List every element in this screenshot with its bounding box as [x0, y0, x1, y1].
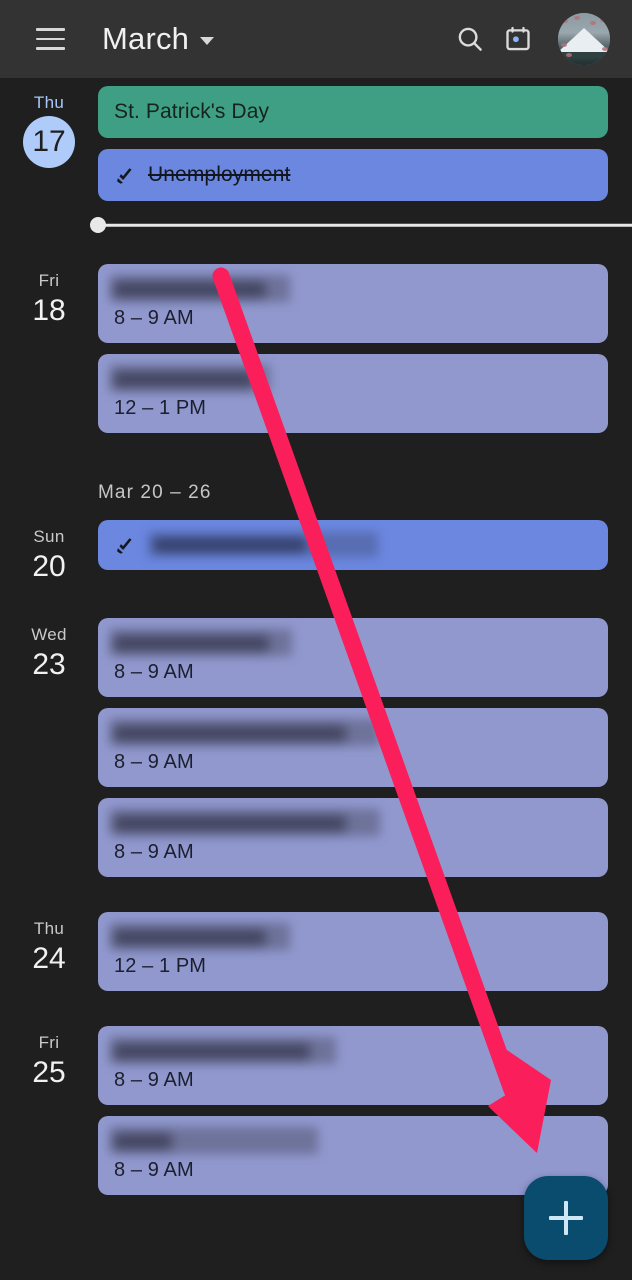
day-of-week-label: Thu	[33, 93, 65, 112]
day-section-wed-23: Wed 23 8 – 9 AM 8 – 9 AM 8 – 9 AM	[0, 586, 632, 888]
day-events-thu-17: St. Patrick's Day Unemployment	[98, 86, 632, 212]
day-header-sun-20[interactable]: Sun 20	[0, 520, 98, 586]
event-title-redacted	[114, 363, 592, 393]
week-range-header: Mar 20 – 26	[98, 482, 212, 503]
day-number-label: 25	[32, 1056, 66, 1089]
event-title-redacted	[114, 1125, 592, 1155]
hamburger-menu-icon[interactable]	[28, 17, 72, 61]
top-app-bar: March	[0, 0, 632, 78]
event-title-redacted	[114, 717, 592, 747]
event-content: St. Patrick's Day	[114, 98, 592, 126]
day-section-thu-24: Thu 24 12 – 1 PM	[0, 888, 632, 1002]
current-time-indicator	[90, 212, 632, 238]
day-events-wed-23: 8 – 9 AM 8 – 9 AM 8 – 9 AM	[98, 618, 632, 888]
event-card[interactable]: 12 – 1 PM	[98, 354, 608, 433]
avatar-blossom	[602, 47, 608, 51]
event-card[interactable]: 8 – 9 AM	[98, 264, 608, 343]
day-of-week-label: Sun	[33, 527, 65, 546]
day-of-week-label: Wed	[31, 625, 67, 644]
agenda-list[interactable]: Thu 17 St. Patrick's Day Unemployment Fr…	[0, 78, 632, 1280]
event-time: 8 – 9 AM	[114, 1159, 194, 1181]
event-time: 12 – 1 PM	[114, 397, 207, 419]
event-title-redacted	[114, 921, 592, 951]
event-card[interactable]: 12 – 1 PM	[98, 912, 608, 991]
day-of-week-label: Fri	[38, 271, 60, 290]
create-event-fab[interactable]	[524, 1176, 608, 1260]
day-number-label: 23	[32, 648, 66, 681]
day-header-fri-18[interactable]: Fri 18	[0, 264, 98, 444]
day-header-thu-24[interactable]: Thu 24	[0, 912, 98, 1002]
search-icon[interactable]	[446, 15, 494, 63]
current-time-line	[98, 223, 632, 227]
event-content: Unemployment	[114, 161, 592, 189]
month-selector[interactable]: March	[102, 21, 215, 57]
day-section-sun-20: Sun 20	[0, 520, 632, 586]
event-title-redacted	[114, 273, 592, 303]
task-done-icon	[114, 163, 136, 187]
event-card[interactable]: 8 – 9 AM	[98, 618, 608, 697]
avatar-blossom	[600, 18, 606, 22]
day-section-fri-18: Fri 18 8 – 9 AM 12 – 1 PM	[0, 238, 632, 444]
event-title: St. Patrick's Day	[114, 100, 270, 123]
day-of-week-label: Fri	[38, 1033, 60, 1052]
avatar-blossom	[574, 16, 580, 20]
event-card[interactable]	[98, 520, 608, 570]
day-of-week-label: Thu	[33, 919, 65, 938]
day-header-thu-17[interactable]: Thu 17	[0, 86, 98, 212]
avatar-blossom	[566, 53, 572, 57]
calendar-icon[interactable]	[494, 15, 542, 63]
chevron-down-icon	[200, 37, 215, 45]
day-events-fri-18: 8 – 9 AM 12 – 1 PM	[98, 264, 632, 444]
plus-icon	[564, 1201, 568, 1235]
event-time: 8 – 9 AM	[114, 751, 194, 773]
event-card[interactable]: Unemployment	[98, 149, 608, 201]
day-header-fri-25[interactable]: Fri 25	[0, 1026, 98, 1206]
event-card[interactable]: St. Patrick's Day	[98, 86, 608, 138]
event-time: 8 – 9 AM	[114, 307, 194, 329]
day-number-label: 18	[32, 294, 66, 327]
avatar-blossom	[590, 21, 596, 25]
day-number-label: 20	[32, 550, 66, 583]
event-card[interactable]: 8 – 9 AM	[98, 1026, 608, 1105]
day-events-thu-24: 12 – 1 PM	[98, 912, 632, 1002]
avatar[interactable]	[558, 13, 610, 65]
event-title: Unemployment	[148, 163, 291, 186]
event-time: 8 – 9 AM	[114, 1069, 194, 1091]
event-title-redacted	[114, 807, 592, 837]
event-time: 12 – 1 PM	[114, 955, 207, 977]
calendar-schedule-screen: March Thu 17 St. Patrick's Day Unemploym…	[0, 0, 632, 1280]
event-time: 8 – 9 AM	[114, 661, 194, 683]
day-header-wed-23[interactable]: Wed 23	[0, 618, 98, 888]
event-card[interactable]: 8 – 9 AM	[98, 798, 608, 877]
day-number-label: 24	[32, 942, 66, 975]
day-section-thu-17: Thu 17 St. Patrick's Day Unemployment	[0, 78, 632, 212]
page-title: March	[102, 21, 190, 56]
task-done-icon	[114, 533, 136, 557]
event-card[interactable]: 8 – 9 AM	[98, 708, 608, 787]
day-events-sun-20	[98, 520, 632, 586]
day-number-today-chip: 17	[23, 116, 75, 168]
event-title-redacted	[114, 627, 592, 657]
day-section-fri-25: Fri 25 8 – 9 AM 8 – 9 AM	[0, 1002, 632, 1206]
avatar-blossom	[561, 43, 567, 47]
event-content	[114, 532, 592, 558]
event-title-redacted	[114, 1035, 592, 1065]
event-time: 8 – 9 AM	[114, 841, 194, 863]
avatar-blossom	[562, 19, 568, 23]
